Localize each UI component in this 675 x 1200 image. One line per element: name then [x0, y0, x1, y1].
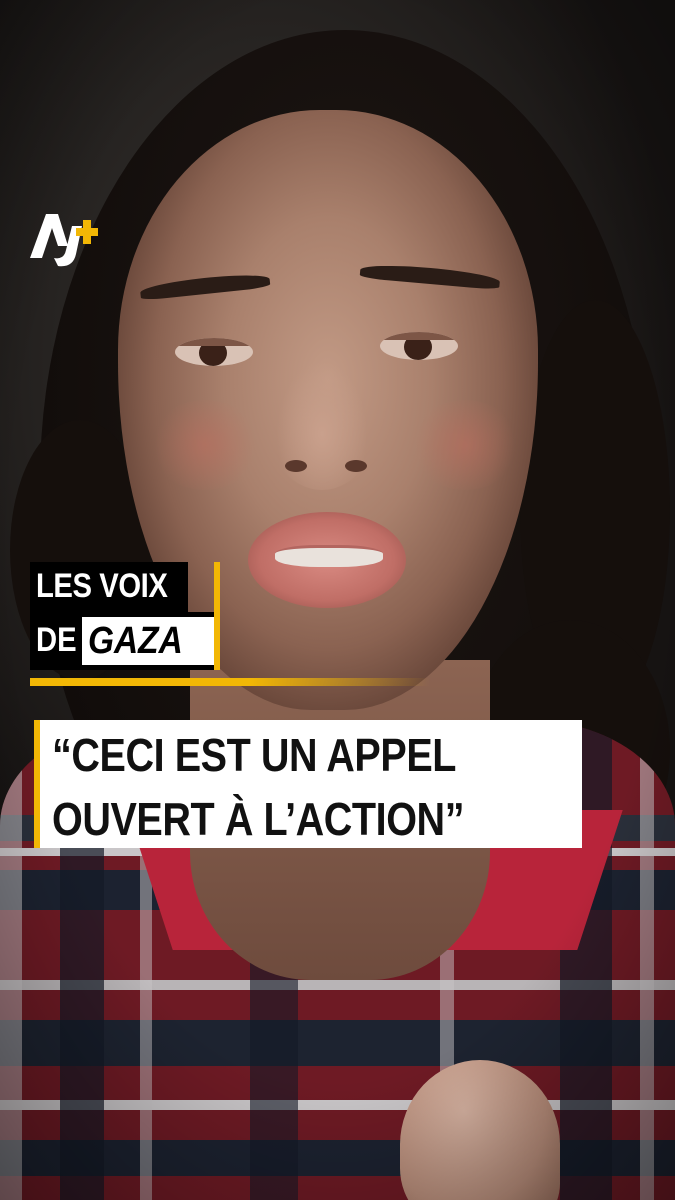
series-highlight-box: GAZA [82, 617, 216, 665]
quote-line2-box: OUVERT À L’ACTION” [34, 784, 582, 848]
series-title-line2-box: DE GAZA [30, 612, 220, 670]
ajplus-logo [28, 206, 100, 270]
series-underline [30, 678, 430, 686]
series-title-line1: LES VOIX [36, 567, 168, 605]
ajplus-logo-mark [30, 214, 98, 267]
quote-line2: OUVERT À L’ACTION” [52, 793, 465, 845]
series-title-prefix: DE [36, 621, 77, 659]
series-accent-bar [214, 562, 220, 670]
quote-line1-box: “CECI EST UN APPEL [34, 720, 582, 784]
series-title-highlight: GAZA [88, 620, 183, 662]
quote-accent-bar [34, 720, 40, 848]
quote-line1: “CECI EST UN APPEL [52, 729, 457, 781]
series-title-line1-box: LES VOIX [30, 562, 188, 612]
